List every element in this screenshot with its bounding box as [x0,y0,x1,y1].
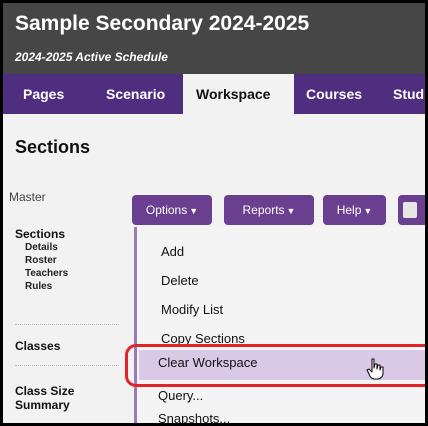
caret-down-icon: ▼ [286,206,296,216]
sidebar-subitem-rules[interactable]: Rules [25,281,52,292]
sidebar-divider [15,324,119,325]
hand-pointer-icon [366,358,384,380]
tab-pages[interactable]: Pages [23,74,64,114]
menu-item-clear-workspace[interactable]: Clear Workspace [158,355,257,370]
sidebar-item-class-size-line1: Class Size [15,384,75,398]
menu-item-copy-sections[interactable]: Copy Sections [161,331,245,346]
toolbar-extra-button-face [403,202,417,218]
sidebar-item-classes[interactable]: Classes [15,339,60,353]
sidebar-divider [15,365,119,366]
sidebar: Master Sections Details Roster Teachers … [3,179,121,423]
app-window: Sample Secondary 2024-2025 2024-2025 Act… [3,3,425,423]
sidebar-item-sections[interactable]: Sections [15,227,65,241]
tab-students[interactable]: Stud [393,74,424,114]
options-button-label: Options [145,203,188,217]
menu-item-delete[interactable]: Delete [161,273,199,288]
schedule-subtitle: 2024-2025 Active Schedule [15,50,168,64]
menu-item-snapshots[interactable]: Snapshots... [158,411,230,423]
app-header: Sample Secondary 2024-2025 2024-2025 Act… [3,3,425,74]
sidebar-subitem-details[interactable]: Details [25,242,58,253]
reports-button-label: Reports [242,203,285,217]
sidebar-item-class-size-summary[interactable]: Class Size Summary [15,384,74,412]
caret-down-icon: ▼ [363,206,373,216]
help-button-label: Help [336,203,362,217]
tab-scenario[interactable]: Scenario [106,74,165,114]
options-button[interactable]: Options ▼ [132,195,212,225]
sidebar-item-class-size-line2: Summary [15,398,70,412]
app-title: Sample Secondary 2024-2025 [15,12,310,35]
sidebar-subitem-roster[interactable]: Roster [25,255,57,266]
sidebar-master-label: Master [9,190,46,204]
sidebar-subitem-teachers[interactable]: Teachers [25,268,68,279]
tab-workspace[interactable]: Workspace [183,74,294,114]
menu-item-modify-list[interactable]: Modify List [161,302,223,317]
tab-courses[interactable]: Courses [306,74,362,114]
reports-button[interactable]: Reports ▼ [224,195,314,225]
help-button[interactable]: Help ▼ [323,195,386,225]
page-title: Sections [15,137,91,157]
caret-down-icon: ▼ [189,206,199,216]
main-nav: Pages Scenario Workspace Courses Stud [3,74,425,114]
menu-item-query[interactable]: Query... [158,388,203,403]
menu-item-add[interactable]: Add [161,244,184,259]
toolbar-extra-button[interactable] [398,195,425,225]
